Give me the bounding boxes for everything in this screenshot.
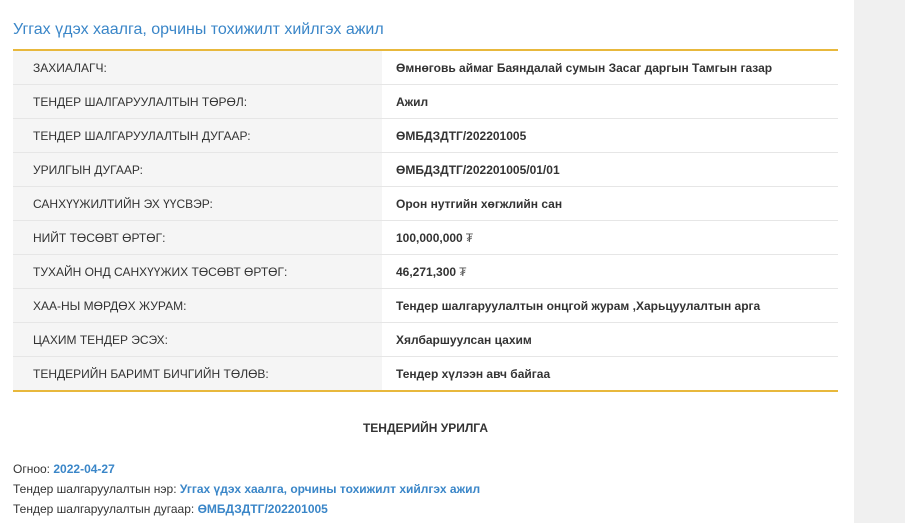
detail-value-funding-source: Орон нутгийн хөгжлийн сан	[382, 186, 838, 221]
detail-label-total-budget: НИЙТ ТӨСӨВТ ӨРТӨГ:	[13, 220, 382, 255]
detail-label-invitation-number: УРИЛГЫН ДУГААР:	[13, 152, 382, 187]
table-row: ЗАХИАЛАГЧ: Өмнөговь аймаг Баяндалай сумы…	[13, 50, 838, 85]
invitation-number-link[interactable]: ӨМБДЗДТГ/202201005	[198, 502, 328, 516]
right-side-panel	[854, 0, 905, 523]
detail-value-procedure: Тендер шалгаруулалтын онцгой журам ,Харь…	[382, 288, 838, 323]
detail-label-procedure: ХАА-НЫ МӨРДӨХ ЖУРАМ:	[13, 288, 382, 323]
table-row: УРИЛГЫН ДУГААР: ӨМБДЗДТГ/202201005/01/01	[13, 152, 838, 187]
detail-label-annual-budget: ТУХАЙН ОНД САНХҮҮЖИХ ТӨСӨВТ ӨРТӨГ:	[13, 254, 382, 289]
table-row: ТЕНДЕР ШАЛГАРУУЛАЛТЫН ДУГААР: ӨМБДЗДТГ/2…	[13, 118, 838, 153]
tender-page: Уггах үдэх хаалга, орчины тохижилт хийлг…	[0, 0, 905, 523]
invitation-number-line: Тендер шалгаруулалтын дугаар: ӨМБДЗДТГ/2…	[13, 499, 838, 519]
detail-value-e-tender: Хялбаршуулсан цахим	[382, 322, 838, 357]
invitation-section-title: ТЕНДЕРИЙН УРИЛГА	[362, 421, 489, 435]
table-row: САНХҮҮЖИЛТИЙН ЭХ ҮҮСВЭР: Орон нутгийн хө…	[13, 186, 838, 221]
main-content: Уггах үдэх хаалга, орчины тохижилт хийлг…	[13, 0, 838, 519]
detail-label-funding-source: САНХҮҮЖИЛТИЙН ЭХ ҮҮСВЭР:	[13, 186, 382, 221]
detail-label-tender-type: ТЕНДЕР ШАЛГАРУУЛАЛТЫН ТӨРӨЛ:	[13, 84, 382, 119]
tugrik-currency-icon: ₮	[465, 230, 474, 245]
invitation-name-line: Тендер шалгаруулалтын нэр: Уггах үдэх ха…	[13, 479, 838, 499]
detail-label-document-status: ТЕНДЕРИЙН БАРИМТ БИЧГИЙН ТӨЛӨВ:	[13, 356, 382, 391]
annual-budget-amount: 46,271,300	[396, 264, 457, 279]
table-row: ХАА-НЫ МӨРДӨХ ЖУРАМ: Тендер шалгаруулалт…	[13, 288, 838, 323]
table-row: НИЙТ ТӨСӨВТ ӨРТӨГ: 100,000,000 ₮	[13, 220, 838, 255]
detail-value-customer: Өмнөговь аймаг Баяндалай сумын Засаг дар…	[382, 50, 838, 85]
detail-value-document-status: Тендер хүлээн авч байгаа	[396, 366, 551, 381]
invitation-date-label: Огноо:	[13, 462, 51, 476]
detail-value-total-budget: 100,000,000 ₮	[382, 220, 838, 255]
detail-value-tender-type: Ажил	[382, 84, 838, 119]
detail-label-tender-number: ТЕНДЕР ШАЛГАРУУЛАЛТЫН ДУГААР:	[13, 118, 382, 153]
total-budget-amount: 100,000,000	[396, 230, 463, 245]
detail-label-e-tender: ЦАХИМ ТЕНДЕР ЭСЭХ:	[13, 322, 382, 357]
invitation-date-line: Огноо: 2022-04-27	[13, 459, 838, 479]
invitation-name-label: Тендер шалгаруулалтын нэр:	[13, 482, 177, 496]
page-title: Уггах үдэх хаалга, орчины тохижилт хийлг…	[13, 21, 384, 38]
detail-value-invitation-number: ӨМБДЗДТГ/202201005/01/01	[382, 152, 838, 187]
detail-label-customer: ЗАХИАЛАГЧ:	[13, 50, 382, 85]
table-row: ЦАХИМ ТЕНДЕР ЭСЭХ: Хялбаршуулсан цахим	[13, 322, 838, 357]
table-row: ТЕНДЕР ШАЛГАРУУЛАЛТЫН ТӨРӨЛ: Ажил	[13, 84, 838, 119]
invitation-date-link[interactable]: 2022-04-27	[53, 462, 114, 476]
table-row: ТУХАЙН ОНД САНХҮҮЖИХ ТӨСӨВТ ӨРТӨГ: 46,27…	[13, 254, 838, 289]
tugrik-currency-icon: ₮	[459, 264, 467, 279]
invitation-meta: Огноо: 2022-04-27 Тендер шалгаруулалтын …	[13, 459, 838, 519]
detail-value-tender-number: ӨМБДЗДТГ/202201005	[382, 118, 838, 153]
invitation-name-link[interactable]: Уггах үдэх хаалга, орчины тохижилт хийлг…	[180, 482, 480, 496]
invitation-number-label: Тендер шалгаруулалтын дугаар:	[13, 502, 195, 516]
table-row: ТЕНДЕРИЙН БАРИМТ БИЧГИЙН ТӨЛӨВ: Тендер х…	[13, 356, 838, 391]
detail-value-annual-budget: 46,271,300 ₮	[382, 254, 838, 289]
tender-details-table: ЗАХИАЛАГЧ: Өмнөговь аймаг Баяндалай сумы…	[13, 49, 838, 392]
